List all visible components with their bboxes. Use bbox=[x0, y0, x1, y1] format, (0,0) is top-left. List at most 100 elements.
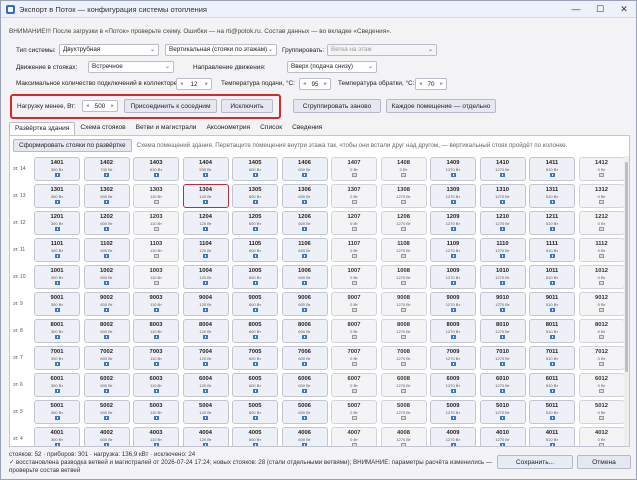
room-cell[interactable]: 1206 600 Вт bbox=[281, 211, 328, 235]
room-cell[interactable]: 1406 600 Вт bbox=[281, 157, 328, 181]
room-cell[interactable]: 1403 610 Вт bbox=[133, 157, 179, 181]
room-cell[interactable]: 1402 740 Вт bbox=[83, 157, 130, 181]
tab-building-layout[interactable]: Развёртка здания bbox=[9, 122, 76, 135]
room-cell[interactable]: 1205 600 Вт bbox=[232, 211, 278, 235]
direction-select[interactable]: Вверх (подача снизу) ⌄ bbox=[287, 61, 377, 73]
room-cell[interactable]: 8011 510 Вт bbox=[529, 319, 575, 343]
room-cell[interactable]: 7008 1270 Вт bbox=[380, 346, 427, 370]
room-cell[interactable]: 1003 110 Вт bbox=[133, 265, 179, 289]
room-cell[interactable]: 1410 1270 Вт bbox=[479, 157, 526, 181]
room-cell[interactable]: 1106 600 Вт bbox=[281, 238, 328, 262]
minimize-icon[interactable]: — bbox=[564, 1, 588, 18]
room-cell[interactable]: 1302 600 Вт bbox=[83, 184, 130, 208]
room-cell[interactable]: 6010 1270 Вт bbox=[479, 373, 526, 397]
room-cell[interactable]: 1012 0 Вт bbox=[578, 265, 625, 289]
room-cell[interactable]: 8009 1270 Вт bbox=[430, 319, 476, 343]
room-cell[interactable]: 1407 0 Вт bbox=[331, 157, 377, 181]
room-cell[interactable]: 6006 600 Вт bbox=[281, 373, 328, 397]
room-cell[interactable]: 1211 510 Вт bbox=[529, 211, 575, 235]
room-cell[interactable]: 5006 600 Вт bbox=[281, 400, 328, 424]
room-cell[interactable]: 1301 300 Вт bbox=[34, 184, 80, 208]
room-cell[interactable]: 1409 1270 Вт bbox=[430, 157, 476, 181]
tab-axonometry[interactable]: Аксонометрия bbox=[202, 122, 256, 135]
room-cell[interactable]: 4012 0 Вт bbox=[578, 427, 625, 446]
room-cell[interactable]: 4006 600 Вт bbox=[281, 427, 328, 446]
room-cell[interactable]: 1212 0 Вт bbox=[578, 211, 625, 235]
room-cell[interactable]: 1110 1270 Вт bbox=[479, 238, 526, 262]
spin-up-icon[interactable]: ▸ bbox=[111, 103, 114, 109]
room-cell[interactable]: 5003 110 Вт bbox=[133, 400, 179, 424]
room-cell[interactable]: 1308 1270 Вт bbox=[380, 184, 427, 208]
spin-down-icon[interactable]: ◂ bbox=[303, 81, 306, 87]
room-cell[interactable]: 4002 600 Вт bbox=[83, 427, 130, 446]
room-cell[interactable]: 1108 1270 Вт bbox=[380, 238, 427, 262]
spin-up-icon[interactable]: ▸ bbox=[205, 81, 208, 87]
supply-temp-spin[interactable]: ◂ 95 ▸ bbox=[299, 78, 331, 90]
form-risers-button[interactable]: Сформировать стояки по развёртке bbox=[13, 139, 132, 152]
maximize-icon[interactable]: ☐ bbox=[588, 1, 612, 18]
room-cell[interactable]: 8012 0 Вт bbox=[578, 319, 625, 343]
room-cell[interactable]: 6009 1270 Вт bbox=[430, 373, 476, 397]
room-cell[interactable]: 1401 300 Вт bbox=[34, 157, 80, 181]
room-cell[interactable]: 6004 120 Вт bbox=[182, 373, 229, 397]
room-cell[interactable]: 1105 600 Вт bbox=[232, 238, 278, 262]
room-cell[interactable]: 4001 300 Вт bbox=[34, 427, 80, 446]
load-filter-spin[interactable]: ◂ 500 ▸ bbox=[82, 100, 118, 112]
room-cell[interactable]: 7012 0 Вт bbox=[578, 346, 625, 370]
room-cell[interactable]: 1011 510 Вт bbox=[529, 265, 575, 289]
room-cell[interactable]: 8010 1270 Вт bbox=[479, 319, 526, 343]
save-button[interactable]: Сохранить... bbox=[497, 455, 573, 469]
room-cell[interactable]: 1204 120 Вт bbox=[182, 211, 229, 235]
room-cell[interactable]: 8003 110 Вт bbox=[133, 319, 179, 343]
vertical-select[interactable]: Вертикальная (стояки по этажам) ⌄ bbox=[165, 44, 277, 56]
room-cell[interactable]: 7002 600 Вт bbox=[83, 346, 130, 370]
room-cell[interactable]: 1307 0 Вт bbox=[331, 184, 377, 208]
room-cell[interactable]: 9002 600 Вт bbox=[83, 292, 130, 316]
room-cell[interactable]: 8008 1270 Вт bbox=[380, 319, 427, 343]
max-connections-spin[interactable]: ◂ 12 ▸ bbox=[176, 78, 212, 90]
close-icon[interactable]: ✕ bbox=[612, 1, 636, 18]
room-cell[interactable]: 1101 300 Вт bbox=[34, 238, 80, 262]
tab-list[interactable]: Список bbox=[255, 122, 287, 135]
room-cell[interactable]: 7004 120 Вт bbox=[182, 346, 229, 370]
room-cell[interactable]: 5004 120 Вт bbox=[182, 400, 229, 424]
room-cell[interactable]: 4007 0 Вт bbox=[331, 427, 377, 446]
room-cell[interactable]: 5009 1270 Вт bbox=[430, 400, 476, 424]
room-cell[interactable]: 1405 600 Вт bbox=[232, 157, 278, 181]
each-room-button[interactable]: Каждое помещение — отдельно bbox=[386, 99, 496, 113]
cancel-button[interactable]: Отмена bbox=[577, 455, 631, 469]
group-again-button[interactable]: Сгруппировать заново bbox=[293, 99, 381, 113]
room-cell[interactable]: 1306 600 Вт bbox=[281, 184, 328, 208]
room-cell[interactable]: 9006 600 Вт bbox=[281, 292, 328, 316]
room-cell[interactable]: 1202 600 Вт bbox=[83, 211, 130, 235]
scrollbar-thumb[interactable] bbox=[625, 162, 628, 372]
room-cell[interactable]: 8006 600 Вт bbox=[281, 319, 328, 343]
spin-down-icon[interactable]: ◂ bbox=[86, 103, 89, 109]
room-cell[interactable]: 4005 600 Вт bbox=[232, 427, 278, 446]
room-cell[interactable]: 9004 120 Вт bbox=[182, 292, 229, 316]
room-cell[interactable]: 7007 0 Вт bbox=[331, 346, 377, 370]
room-cell[interactable]: 7003 110 Вт bbox=[133, 346, 179, 370]
room-cell[interactable]: 7010 1270 Вт bbox=[479, 346, 526, 370]
room-cell[interactable]: 7001 300 Вт bbox=[34, 346, 80, 370]
spin-down-icon[interactable]: ◂ bbox=[419, 81, 422, 87]
room-cell[interactable]: 9009 1270 Вт bbox=[430, 292, 476, 316]
room-cell[interactable]: 4003 110 Вт bbox=[133, 427, 179, 446]
room-cell[interactable]: 6008 1270 Вт bbox=[380, 373, 427, 397]
room-cell[interactable]: 1412 0 Вт bbox=[578, 157, 625, 181]
room-cell[interactable]: 1311 510 Вт bbox=[529, 184, 575, 208]
room-cell[interactable]: 1102 600 Вт bbox=[83, 238, 130, 262]
room-cell[interactable]: 1004 120 Вт bbox=[182, 265, 229, 289]
room-cell[interactable]: 1001 300 Вт bbox=[34, 265, 80, 289]
room-cell[interactable]: 9007 0 Вт bbox=[331, 292, 377, 316]
room-cell[interactable]: 1209 1270 Вт bbox=[430, 211, 476, 235]
tab-info[interactable]: Сведения bbox=[287, 122, 327, 135]
room-cell[interactable]: 1201 300 Вт bbox=[34, 211, 80, 235]
room-cell[interactable]: 1404 530 Вт bbox=[182, 157, 229, 181]
room-cell[interactable]: 1008 1270 Вт bbox=[380, 265, 427, 289]
room-cell[interactable]: 1207 0 Вт bbox=[331, 211, 377, 235]
room-cell[interactable]: 7009 1270 Вт bbox=[430, 346, 476, 370]
room-cell[interactable]: 9010 1270 Вт bbox=[479, 292, 526, 316]
room-cell[interactable]: 1107 0 Вт bbox=[331, 238, 377, 262]
room-cell[interactable]: 4010 1270 Вт bbox=[479, 427, 526, 446]
